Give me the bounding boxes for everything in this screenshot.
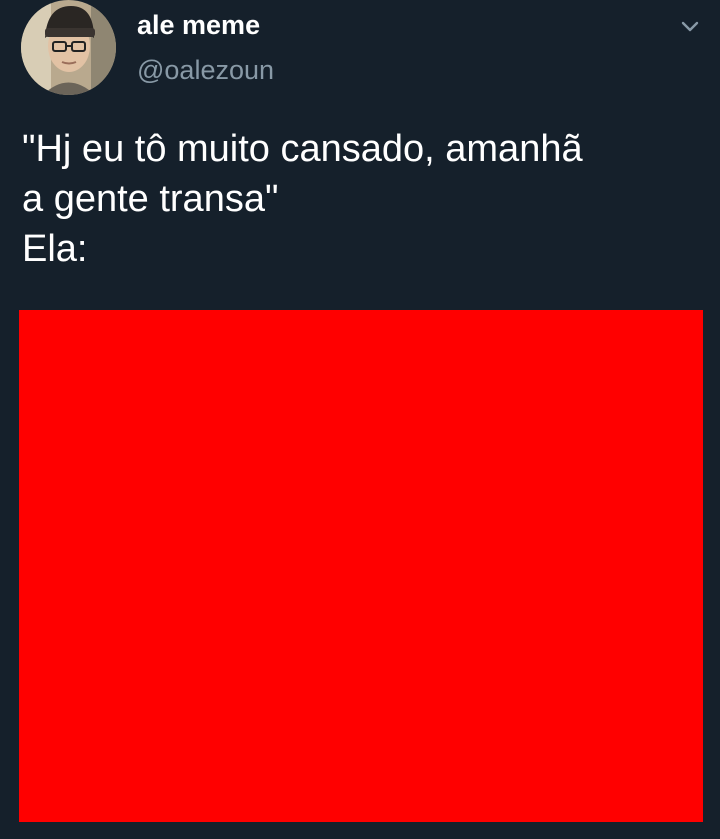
- chevron-down-icon: [681, 21, 699, 32]
- author-display-name[interactable]: ale meme: [137, 8, 260, 42]
- tweet-text-line: a gente transa": [22, 178, 279, 220]
- tweet-text-line: "Hj eu tô muito cansado, amanhã: [22, 128, 583, 170]
- tweet-menu-button[interactable]: [676, 12, 704, 40]
- tweet-media-image[interactable]: [19, 310, 703, 822]
- avatar[interactable]: [21, 0, 116, 95]
- tweet-text-line: Ela:: [22, 228, 88, 270]
- tweet-text: "Hj eu tô muito cansado, amanhã a gente …: [22, 124, 702, 274]
- profile-photo-icon: [21, 0, 116, 95]
- author-handle[interactable]: @oalezoun: [137, 53, 274, 87]
- tweet-card: ale meme @oalezoun "Hj eu tô muito cansa…: [0, 0, 720, 839]
